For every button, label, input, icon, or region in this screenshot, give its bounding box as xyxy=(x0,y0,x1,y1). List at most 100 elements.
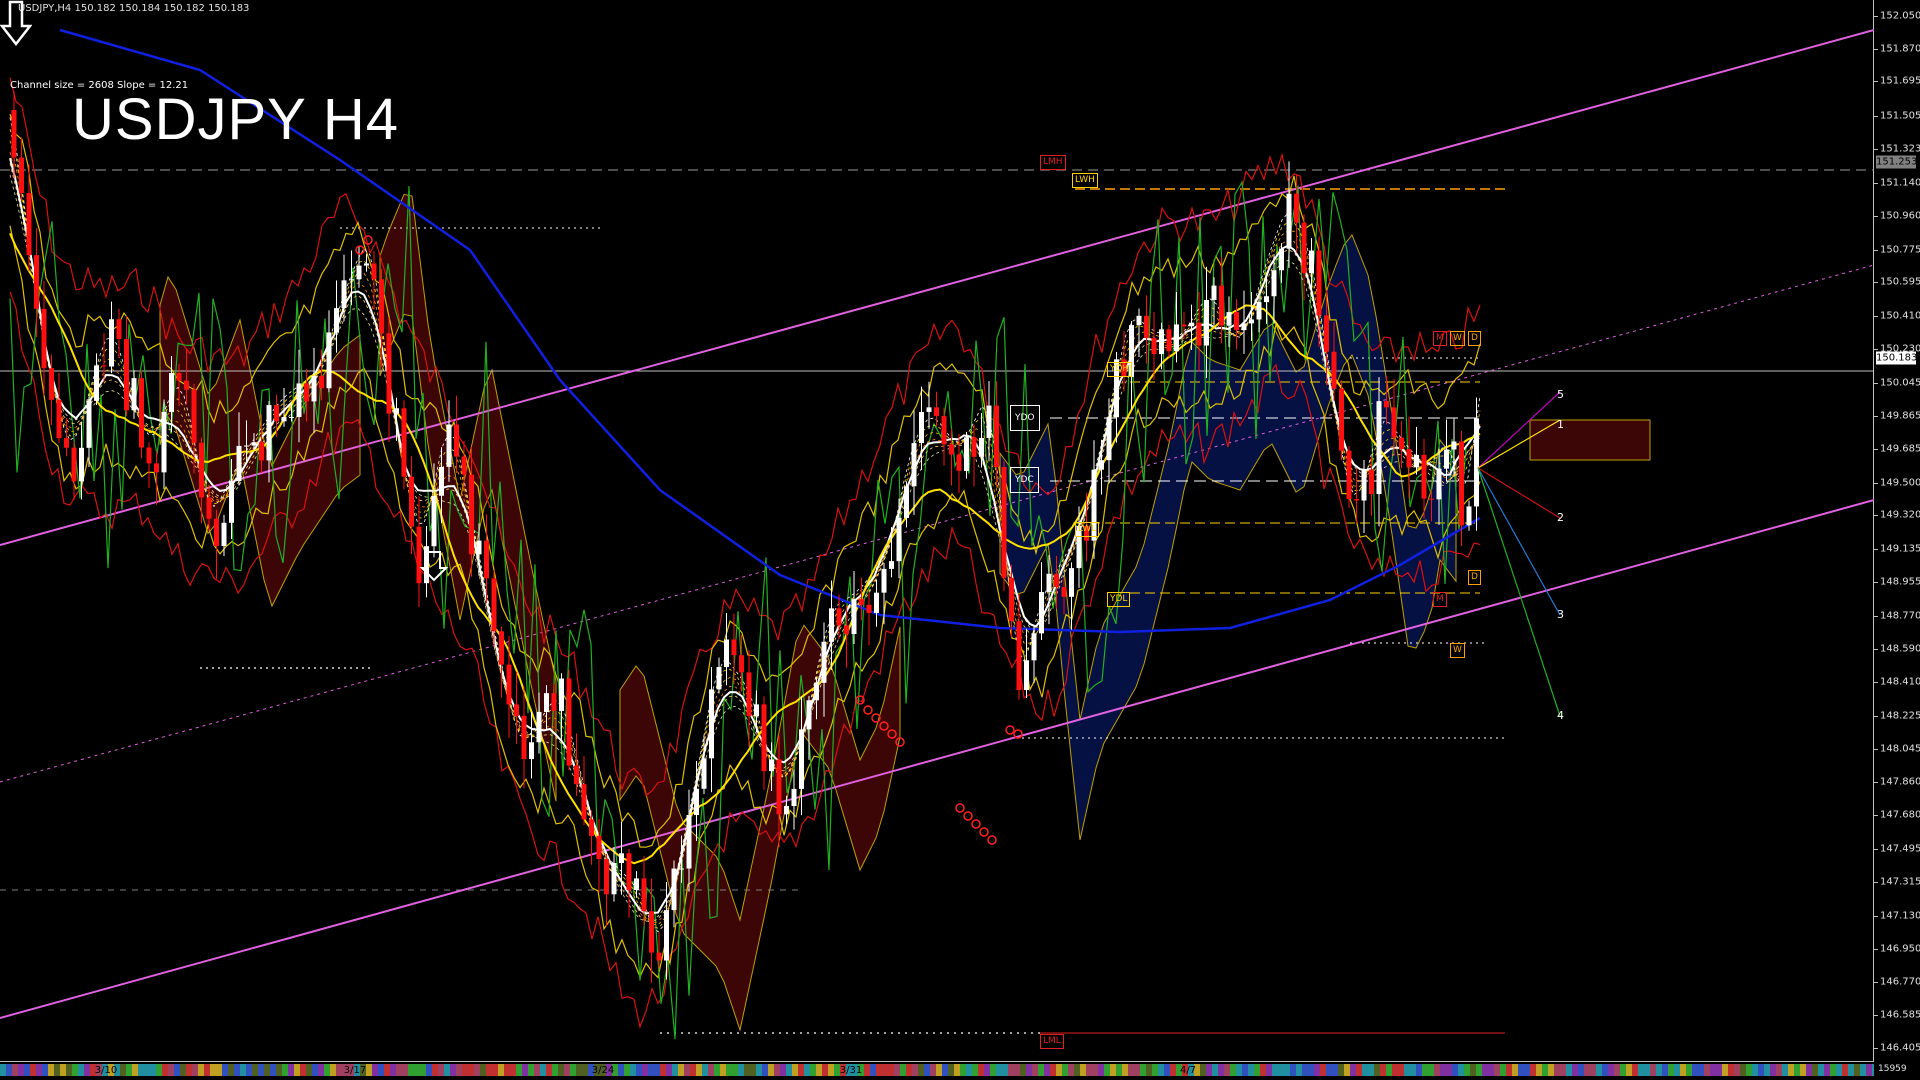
price-label: 149.865 xyxy=(1880,410,1920,422)
chart-title: USDJPY H4 xyxy=(72,87,400,152)
candle-body xyxy=(356,265,362,280)
candle-body xyxy=(521,715,527,760)
candle-body xyxy=(904,486,909,518)
candle-body xyxy=(1264,296,1269,303)
candle-body xyxy=(746,672,752,717)
price-label: 149.685 xyxy=(1880,443,1920,455)
candle-body xyxy=(229,481,234,523)
ribbon-ma-4 xyxy=(9,151,1481,924)
sar-dot xyxy=(955,803,965,813)
level-m-top-label: M xyxy=(1433,331,1447,346)
candle-body xyxy=(926,407,932,412)
bear-cloud-2 xyxy=(379,193,557,802)
candle-body xyxy=(251,442,257,446)
candle-body xyxy=(1226,312,1232,326)
price-tick xyxy=(1874,215,1878,217)
sar-dot xyxy=(963,811,973,821)
price-tick xyxy=(1874,515,1878,517)
price-tick xyxy=(1874,948,1878,950)
sar-dot xyxy=(1005,725,1015,735)
candle-body xyxy=(1001,467,1007,578)
price-tick xyxy=(1874,316,1878,318)
candle-body xyxy=(1061,587,1067,597)
candle-body xyxy=(214,518,219,546)
candle-body xyxy=(244,445,249,447)
candle-body xyxy=(1429,498,1434,500)
candle-body xyxy=(956,454,962,471)
time-axis[interactable]: 3/10 3/17 3/24 3/31 4/7 xyxy=(0,1062,1874,1080)
candle-body xyxy=(754,704,759,717)
candle-body xyxy=(1136,315,1142,326)
price-label: 150.410 xyxy=(1880,310,1920,322)
candle-body xyxy=(1391,407,1397,438)
candle-body xyxy=(581,784,587,820)
date-label: 3/31 xyxy=(839,1065,863,1076)
candle-body xyxy=(626,853,632,891)
price-tick xyxy=(1874,715,1878,717)
candle-body xyxy=(986,405,992,438)
candle-body xyxy=(101,365,107,367)
candle-body xyxy=(799,729,804,789)
candle-body xyxy=(701,758,707,789)
candle-body xyxy=(34,255,39,309)
projection-1-label: 1 xyxy=(1557,418,1564,431)
price-label: 152.050 xyxy=(1880,10,1920,22)
level-m-bottom-label: M xyxy=(1433,592,1447,607)
chart-window[interactable]: USDJPY,H4 150.182 150.184 150.182 150.18… xyxy=(0,0,1920,1080)
candle-body xyxy=(274,405,279,422)
candle-body xyxy=(791,788,797,807)
candle-body xyxy=(1406,449,1412,468)
price-label: 149.320 xyxy=(1880,509,1920,521)
candle-body xyxy=(176,373,182,381)
candle-body xyxy=(514,704,519,716)
sar-dot xyxy=(979,827,989,837)
candle-body xyxy=(1414,454,1419,468)
candle-body xyxy=(784,806,789,815)
candle-body xyxy=(1369,469,1374,495)
candle-body xyxy=(1009,577,1014,622)
candle-body xyxy=(866,604,872,613)
price-label: 151.140 xyxy=(1880,177,1920,189)
candle-body xyxy=(566,678,572,766)
level-w-bottom-label: W xyxy=(1450,643,1465,658)
candle-body xyxy=(686,815,692,869)
price-label: 148.225 xyxy=(1880,710,1920,722)
price-label: 149.135 xyxy=(1880,543,1920,555)
chart-canvas[interactable] xyxy=(0,0,1874,1062)
date-label: 3/24 xyxy=(591,1065,615,1076)
candle-body xyxy=(769,759,774,772)
candle-body xyxy=(544,693,549,712)
candle-body xyxy=(491,578,497,632)
candle-body xyxy=(1046,573,1052,593)
price-axis[interactable]: 152.050 151.870 151.695 151.505 151.323 151.1… xyxy=(1874,0,1920,1062)
candle-body xyxy=(1354,499,1359,501)
candle-body xyxy=(371,263,377,280)
candle-body xyxy=(656,952,662,961)
level-lmh-label: LMH xyxy=(1040,155,1066,170)
candle-body xyxy=(289,416,294,418)
candle-body xyxy=(86,400,92,448)
down-arrow-icon xyxy=(0,0,32,46)
price-chart-area[interactable]: USDJPY,H4 150.182 150.184 150.182 150.18… xyxy=(0,0,1874,1062)
candle-body xyxy=(1451,441,1457,450)
candle-body xyxy=(1459,441,1464,526)
candle-body xyxy=(919,411,924,444)
candle-body xyxy=(1234,312,1239,331)
candle-body xyxy=(934,407,939,416)
price-tick xyxy=(1874,448,1878,450)
sar-dot xyxy=(355,245,365,255)
candle-body xyxy=(776,759,782,815)
projection-ray-3 xyxy=(1477,467,1561,519)
candle-body xyxy=(941,415,947,445)
candle-body xyxy=(506,664,512,705)
candle-body xyxy=(611,863,617,895)
price-tick xyxy=(1874,849,1878,851)
level-ydc-label: YDC xyxy=(1010,467,1039,493)
candle-body xyxy=(1316,250,1322,316)
level-w-top-label: W xyxy=(1450,331,1465,346)
price-tick xyxy=(1874,149,1878,151)
candle-body xyxy=(296,383,302,417)
candle-body xyxy=(461,456,467,475)
candle-body xyxy=(1189,322,1194,327)
candle-body xyxy=(1054,573,1059,588)
